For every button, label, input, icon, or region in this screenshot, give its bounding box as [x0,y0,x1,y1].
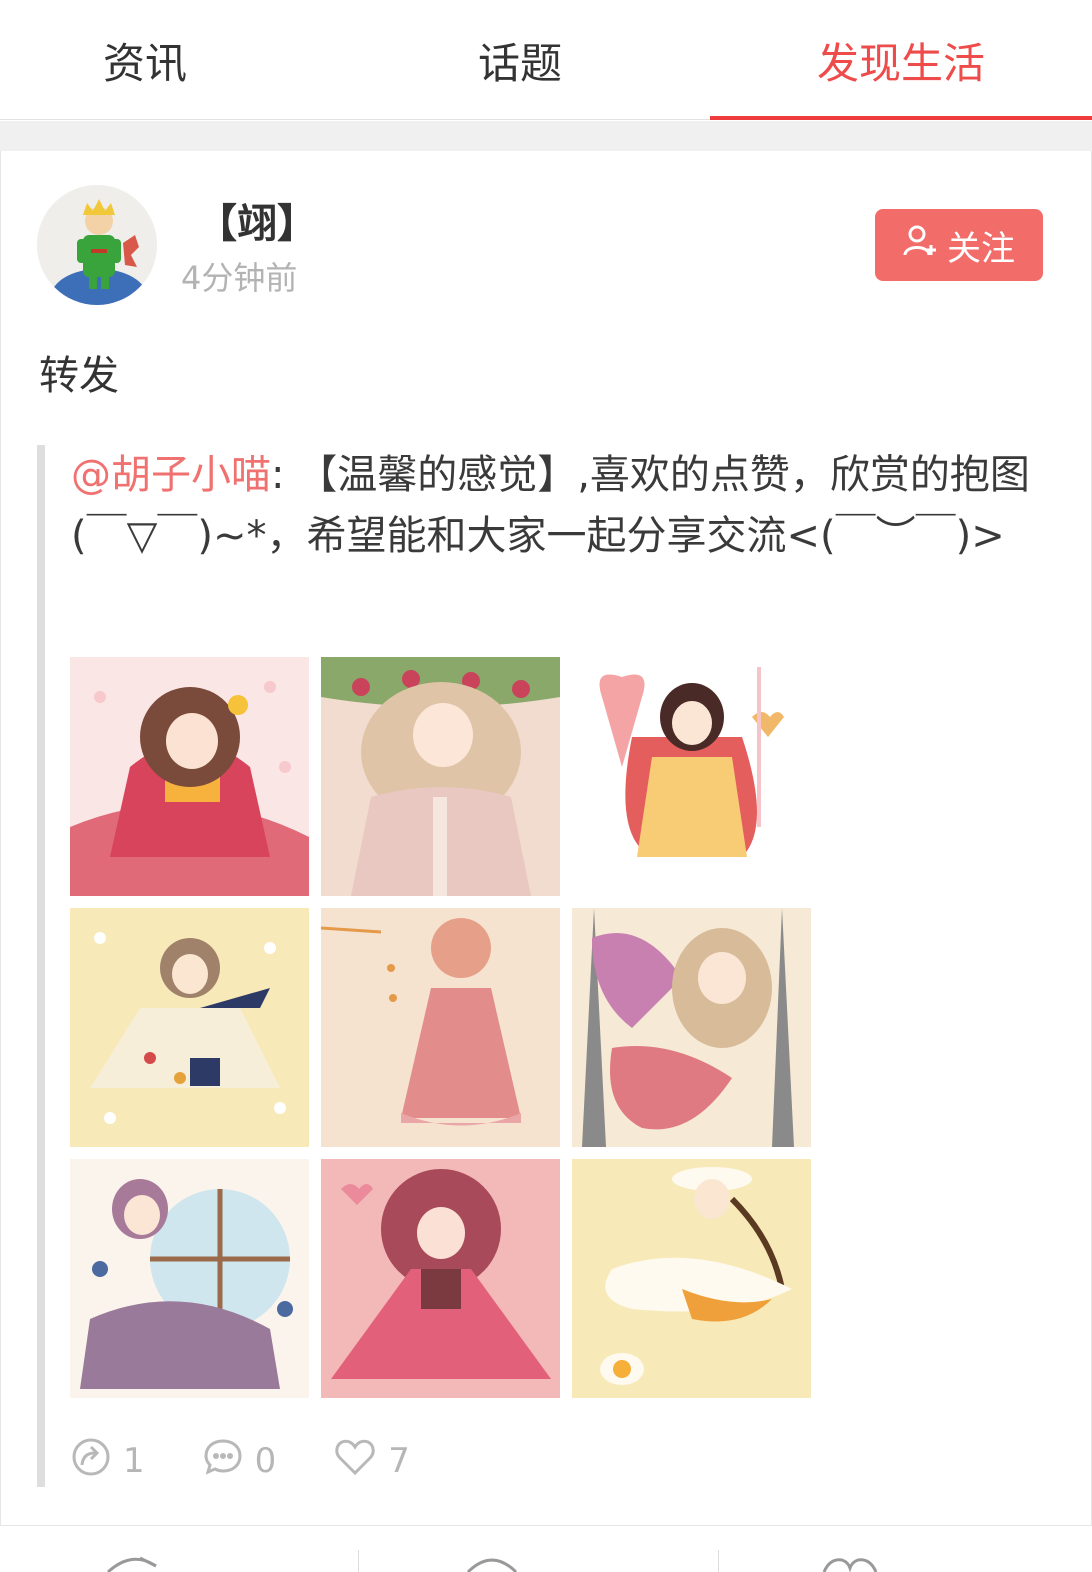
post-card: 【翊】 4分钟前 关注 转发 @胡子小喵: 【温馨的感觉】,喜欢的点赞，欣赏的抱… [0,151,1092,1525]
comment-count: 0 [254,1441,277,1481]
post-text: 转发 [39,353,119,399]
like-stat[interactable]: 7 [334,1437,410,1486]
active-tab-indicator [710,116,1092,120]
section-gap [0,121,1092,151]
comment-stat[interactable]: 0 [203,1437,277,1486]
image-thumb-6[interactable] [572,908,811,1147]
share-icon[interactable] [104,1556,160,1572]
bottom-action-bar [0,1526,1092,1572]
share-stat[interactable]: 1 [71,1437,145,1486]
like-count: 7 [388,1441,410,1481]
tab-topics[interactable]: 话题 [330,0,710,120]
image-thumb-1[interactable] [70,657,309,896]
comment-icon[interactable] [464,1556,520,1572]
add-user-icon [903,223,947,268]
image-thumb-2[interactable] [321,657,560,896]
image-grid [70,657,812,1399]
image-thumb-4[interactable] [70,908,309,1147]
bottom-divider [358,1550,359,1572]
username[interactable]: 【翊】 [197,191,317,249]
share-count: 1 [123,1441,145,1481]
tab-topics-label: 话题 [477,38,562,88]
comment-icon [203,1437,255,1486]
mention-separator: : [271,452,285,498]
mention-link[interactable]: @胡子小喵 [71,452,271,498]
follow-label: 关注 [947,228,1015,269]
quoted-post-text: @胡子小喵: 【温馨的感觉】,喜欢的点赞，欣赏的抱图(￣▽￣)~*，希望能和大家… [71,445,1061,567]
follow-button[interactable]: 关注 [875,209,1043,281]
avatar[interactable] [37,185,157,305]
heart-icon[interactable] [820,1556,880,1572]
tab-news-label: 资讯 [102,38,187,88]
tab-discover-life-label: 发现生活 [816,38,985,88]
image-thumb-9[interactable] [572,1159,811,1398]
image-thumb-8[interactable] [321,1159,560,1398]
quote-bar [37,445,45,1487]
top-tab-bar: 资讯 话题 发现生活 [0,0,1092,120]
tab-news[interactable]: 资讯 [0,0,290,120]
tab-discover-life[interactable]: 发现生活 [710,0,1092,120]
share-icon [71,1437,123,1486]
post-time: 4分钟前 [181,259,298,297]
image-thumb-7[interactable] [70,1159,309,1398]
heart-icon [334,1437,388,1486]
image-thumb-5[interactable] [321,908,560,1147]
image-thumb-3[interactable] [572,657,811,896]
bottom-divider [718,1550,719,1572]
post-stats: 1 0 7 [71,1437,468,1485]
